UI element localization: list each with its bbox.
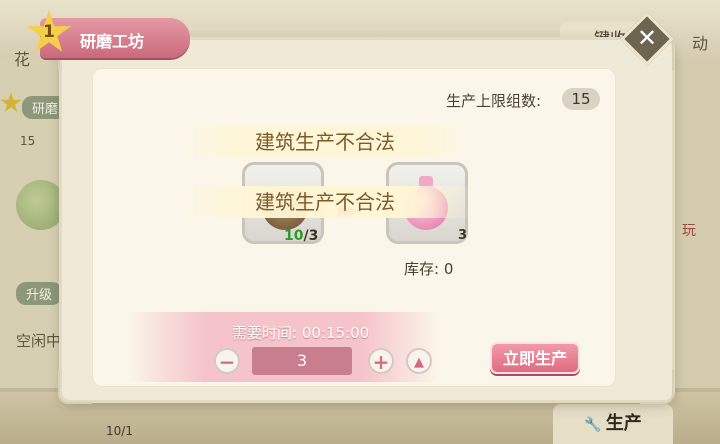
building-level: 1	[43, 22, 55, 42]
bg-activity-label: 动	[692, 34, 709, 53]
bg-idle-status: 空闲中	[16, 332, 62, 350]
max-quantity-button[interactable]: ▲	[406, 348, 432, 374]
ingredient-need: /3	[303, 228, 319, 244]
warning-ribbon: 建筑生产不合法	[178, 186, 472, 218]
quantity-input[interactable]	[252, 347, 352, 375]
ingredient-count: 10/3	[284, 228, 318, 244]
product-count: 3	[458, 228, 468, 243]
bg-produce-button[interactable]: 🔧 生产	[553, 404, 673, 444]
bg-plant-icon	[16, 180, 66, 230]
bg-play-label[interactable]: 玩	[682, 220, 696, 240]
stock-label: 库存: 0	[404, 260, 454, 278]
frame-ornament	[58, 370, 92, 404]
bg-upgrade-tag[interactable]: 升级	[16, 282, 63, 305]
bg-produce-label: 生产	[605, 413, 642, 434]
production-limit-value: 15	[562, 88, 600, 110]
required-time: 需要时间: 00:15:00	[232, 324, 370, 342]
bg-level: 15	[20, 134, 36, 148]
dialog-title: 研磨工坊	[80, 32, 145, 51]
close-icon[interactable]: ✕	[628, 18, 666, 58]
bg-bottom-count: 10/1	[106, 424, 133, 438]
frame-ornament	[640, 370, 674, 404]
warning-ribbon: 建筑生产不合法	[178, 126, 472, 158]
decrease-quantity-button[interactable]: −	[214, 348, 240, 374]
bg-label-flower: 花	[14, 50, 31, 69]
production-limit-label: 生产上限组数:	[446, 92, 542, 110]
produce-now-button[interactable]: 立即生产	[490, 342, 580, 374]
increase-quantity-button[interactable]: +	[368, 348, 394, 374]
wrench-icon: 🔧	[584, 417, 602, 433]
ingredient-have: 10	[284, 228, 304, 244]
